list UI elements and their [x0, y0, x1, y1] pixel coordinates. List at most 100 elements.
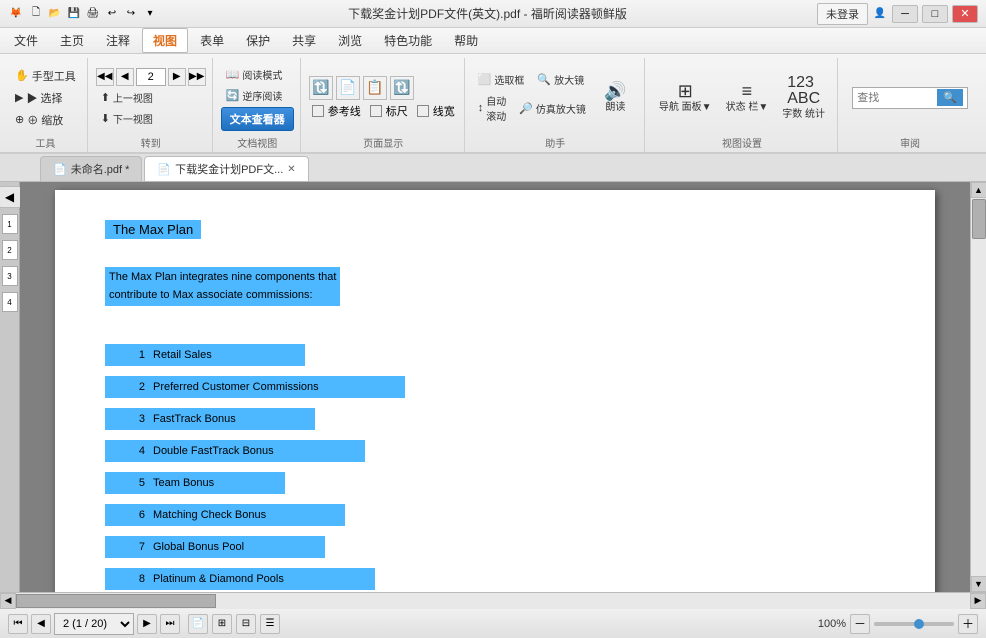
two-page-view-btn[interactable]: ⊟ — [236, 614, 256, 634]
thumb-4[interactable]: 4 — [2, 292, 18, 312]
pdf-description: The Max Plan integrates nine components … — [105, 267, 340, 306]
magnifier-btn[interactable]: 🔍 放大镜 — [532, 70, 589, 89]
page-navigation: ⏮ ◀ 2 (1 / 20) ▶ ⏭ — [8, 613, 180, 635]
pdf-icon-tab2: 📄 — [157, 163, 171, 176]
tab-unnamed[interactable]: 📄 未命名.pdf * — [40, 156, 142, 181]
fit-page-btn[interactable]: ⊞ — [212, 614, 232, 634]
hand-tool-btn[interactable]: ✋ 手型工具 — [10, 66, 81, 86]
thumb-1[interactable]: 1 — [2, 214, 18, 234]
search-button[interactable]: 🔍 — [937, 89, 963, 106]
status-bar-btn[interactable]: ≡ 状态 栏▼ — [720, 70, 775, 125]
login-button[interactable]: 未登录 — [817, 3, 868, 25]
review-group-label: 审阅 — [900, 135, 920, 152]
menu-protect[interactable]: 保护 — [236, 29, 280, 52]
list-item-3: 3 FastTrack Bonus — [105, 408, 885, 430]
open-icon[interactable]: 📂 — [47, 6, 63, 22]
check-box-icon — [312, 105, 324, 117]
redo-icon[interactable]: ↪ — [123, 6, 139, 22]
status-last-btn[interactable]: ⏭ — [160, 614, 180, 634]
thumb-panel: ◀ 1 2 3 4 — [0, 182, 20, 592]
tab-download[interactable]: 📄 下载奖金计划PDF文... ✕ — [144, 156, 308, 181]
fake-magnifier-btn[interactable]: 🔎 仿真放大镜 — [514, 91, 591, 125]
close-button[interactable]: ✕ — [952, 5, 978, 23]
menu-annotation[interactable]: 注释 — [96, 29, 140, 52]
two-page-btn[interactable]: 📋 — [363, 76, 387, 100]
list-bar-1: 1 Retail Sales — [105, 344, 305, 366]
helper-tools-row: ⬜ 选取框 🔍 放大镜 — [473, 70, 591, 89]
status-bar-icon: ≡ — [742, 82, 753, 100]
read-aloud-btn[interactable]: 🔊 朗读 — [593, 70, 638, 125]
print-icon[interactable]: 🖨 — [85, 6, 101, 22]
menu-browse[interactable]: 浏览 — [328, 29, 372, 52]
zoom-controls: 100% － ＋ — [818, 614, 978, 634]
status-prev-btn[interactable]: ◀ — [31, 614, 51, 634]
next-view-btn[interactable]: ⬇ 下一视图 — [96, 109, 206, 128]
tabstrip: 📄 未命名.pdf * 📄 下载奖金计划PDF文... ✕ — [0, 154, 986, 182]
page-select[interactable]: 2 (1 / 20) — [54, 613, 134, 635]
pdf-icon-tab1: 📄 — [53, 163, 67, 176]
customize-icon[interactable]: ▾ — [142, 6, 158, 22]
ruler-check[interactable]: 标尺 — [367, 102, 411, 120]
menu-help[interactable]: 帮助 — [444, 29, 488, 52]
single-page-btn[interactable]: 📄 — [188, 614, 208, 634]
minimize-button[interactable]: ─ — [892, 5, 918, 23]
menu-share[interactable]: 共享 — [282, 29, 326, 52]
char-stats-btn[interactable]: 123ABC 字数 统计 — [776, 70, 831, 125]
zoom-icon: ⊕ — [15, 113, 24, 126]
reverse-read-btn[interactable]: 🔄 逆序阅读 — [221, 86, 294, 105]
rotate-view-btn[interactable]: 🔃 — [309, 76, 333, 100]
pagedisplay-col1: 🔃 📄 📋 🔃 参考线 标尺 线宽 — [309, 76, 458, 120]
scroll-up-btn[interactable]: ▲ — [971, 182, 986, 198]
zoom-tool-btn[interactable]: ⊕ ⊕ 缩放 — [10, 110, 81, 130]
user-icon[interactable]: 👤 — [872, 6, 888, 22]
select-tool-btn[interactable]: ▶ ▶ 选择 — [10, 88, 81, 108]
text-viewer-btn[interactable]: 文本查看器 — [221, 107, 294, 131]
scroll-thumb[interactable] — [972, 199, 986, 239]
zoom-slider-thumb[interactable] — [914, 619, 924, 629]
zoom-plus-btn[interactable]: ＋ — [958, 614, 978, 634]
zoom-minus-btn[interactable]: － — [850, 614, 870, 634]
page-number-input[interactable]: 2 — [136, 68, 166, 86]
hscroll-thumb[interactable] — [16, 594, 216, 608]
prev-view-icon: ⬆ — [101, 91, 110, 104]
gridlines-check[interactable]: 线宽 — [414, 102, 458, 120]
prev-view-btn[interactable]: ⬆ 上一视图 — [96, 88, 206, 107]
thumb-2[interactable]: 2 — [2, 240, 18, 260]
read-mode-btn[interactable]: 📖 阅读模式 — [221, 65, 294, 84]
page-layout-btn[interactable]: 📄 — [336, 76, 360, 100]
auto-scroll-icon: ↕ — [478, 102, 484, 114]
select-frame-btn[interactable]: ⬜ 选取框 — [473, 70, 530, 89]
maximize-button[interactable]: □ — [922, 5, 948, 23]
nav-panel-btn[interactable]: ⊞ 导航 面板▼ — [653, 70, 718, 125]
list-item-7: 7 Global Bonus Pool — [105, 536, 885, 558]
prev-page-btn[interactable]: ◀ — [116, 68, 134, 86]
thumb-3[interactable]: 3 — [2, 266, 18, 286]
save-icon[interactable]: 💾 — [66, 6, 82, 22]
continuous-btn[interactable]: ☰ — [260, 614, 280, 634]
last-page-btn[interactable]: ▶▶ — [188, 68, 206, 86]
menu-form[interactable]: 表单 — [190, 29, 234, 52]
next-page-btn[interactable]: ▶ — [168, 68, 186, 86]
menu-file[interactable]: 文件 — [4, 29, 48, 52]
list-item-1: 1 Retail Sales — [105, 344, 885, 366]
search-input[interactable] — [857, 92, 937, 104]
menu-special[interactable]: 特色功能 — [374, 29, 442, 52]
goto-col: ◀◀ ◀ 2 ▶ ▶▶ ⬆ 上一视图 ⬇ 下一视图 — [96, 68, 206, 128]
status-next-btn[interactable]: ▶ — [137, 614, 157, 634]
scroll-down-btn[interactable]: ▼ — [971, 576, 986, 592]
zoom-slider[interactable] — [874, 622, 954, 626]
new-icon[interactable]: 🗋 — [28, 6, 44, 22]
first-page-btn[interactable]: ◀◀ — [96, 68, 114, 86]
undo-icon[interactable]: ↩ — [104, 6, 120, 22]
hscroll-right-btn[interactable]: ▶ — [970, 593, 986, 609]
menu-view[interactable]: 视图 — [142, 28, 188, 53]
ref-line-check[interactable]: 参考线 — [309, 102, 364, 120]
hscroll-left-btn[interactable]: ◀ — [0, 593, 16, 609]
status-first-btn[interactable]: ⏮ — [8, 614, 28, 634]
window-controls: 未登录 👤 ─ □ ✕ — [817, 3, 978, 25]
tab-close-btn[interactable]: ✕ — [287, 164, 295, 175]
auto-scroll-btn2[interactable]: ↕ 自动滚动 — [473, 91, 512, 125]
menu-home[interactable]: 主页 — [50, 29, 94, 52]
auto-scroll-btn[interactable]: 🔃 — [390, 76, 414, 100]
collapse-btn[interactable]: ◀ — [0, 186, 21, 208]
